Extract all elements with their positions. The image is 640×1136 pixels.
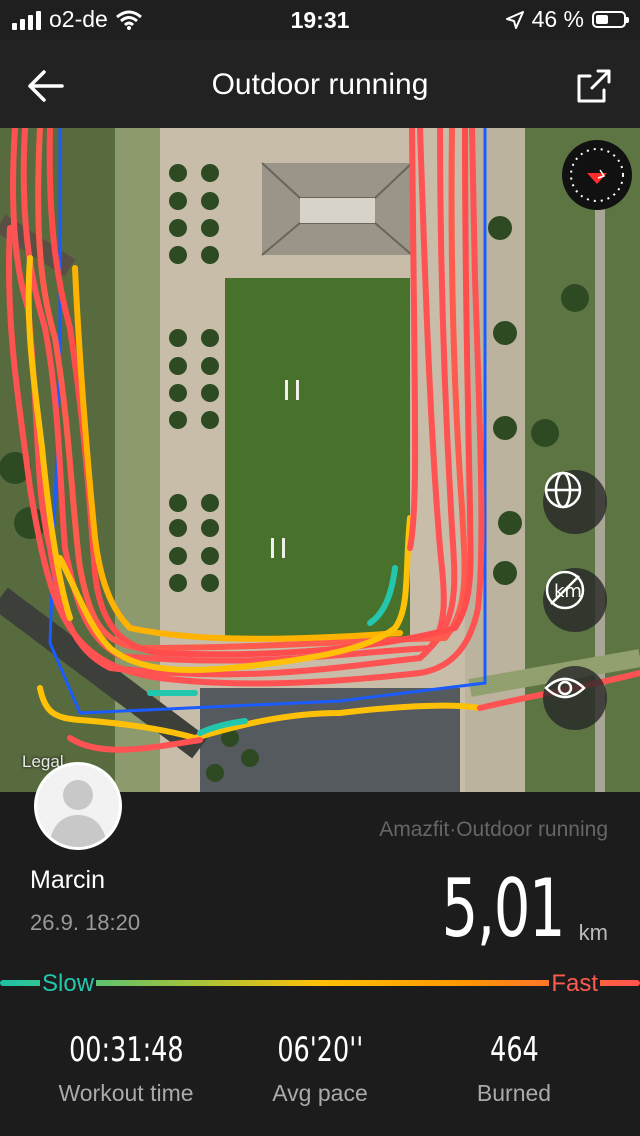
- route-map[interactable]: km Legal: [0, 128, 640, 792]
- stat-workout-time: 00:31:48 Workout time: [26, 1030, 226, 1107]
- km-markers-toggle[interactable]: km: [543, 568, 607, 632]
- page-title: Outdoor running: [211, 68, 429, 101]
- compass-icon: [570, 148, 624, 202]
- stat-value: 00:31:48: [68, 1030, 184, 1070]
- visibility-toggle[interactable]: [543, 666, 607, 730]
- pace-fast-label: Fast: [549, 970, 600, 998]
- stat-label: Burned: [476, 1080, 552, 1106]
- stat-label: Avg pace: [272, 1080, 368, 1106]
- workout-datetime: 26.9. 18:20: [30, 910, 141, 935]
- battery-icon: [592, 11, 629, 28]
- distance-value: 5,01: [441, 862, 566, 955]
- battery-percent: 46 %: [531, 6, 584, 32]
- stat-burned: 464 Burned: [414, 1030, 614, 1107]
- share-icon: [577, 69, 611, 103]
- workout-summary: Amazfit·Outdoor running Marcin 26.9. 18:…: [0, 762, 640, 1136]
- stat-value: 464: [489, 1030, 539, 1070]
- user-name: Marcin: [30, 866, 106, 894]
- globe-icon: [544, 471, 582, 509]
- map-type-button[interactable]: [543, 470, 607, 534]
- avatar[interactable]: [34, 762, 122, 850]
- pace-slow-label: Slow: [40, 970, 97, 998]
- location-arrow-icon: [505, 10, 524, 29]
- svg-text:km: km: [554, 581, 582, 602]
- share-button[interactable]: [570, 62, 618, 110]
- device-label: Amazfit·Outdoor running: [379, 818, 608, 841]
- compass-button[interactable]: [562, 140, 632, 210]
- status-bar: o2-de 19:31 46 %: [0, 0, 640, 40]
- eye-icon: [544, 677, 586, 699]
- km-hidden-icon: km: [545, 570, 585, 610]
- status-right: 46 %: [505, 6, 629, 33]
- distance-unit: km: [578, 920, 608, 945]
- stat-avg-pace: 06'20'' Avg pace: [220, 1030, 420, 1107]
- navigation-bar: Outdoor running: [0, 40, 640, 128]
- stat-label: Workout time: [58, 1080, 194, 1106]
- avatar-icon: [37, 765, 119, 847]
- stat-value: 06'20'': [277, 1030, 363, 1070]
